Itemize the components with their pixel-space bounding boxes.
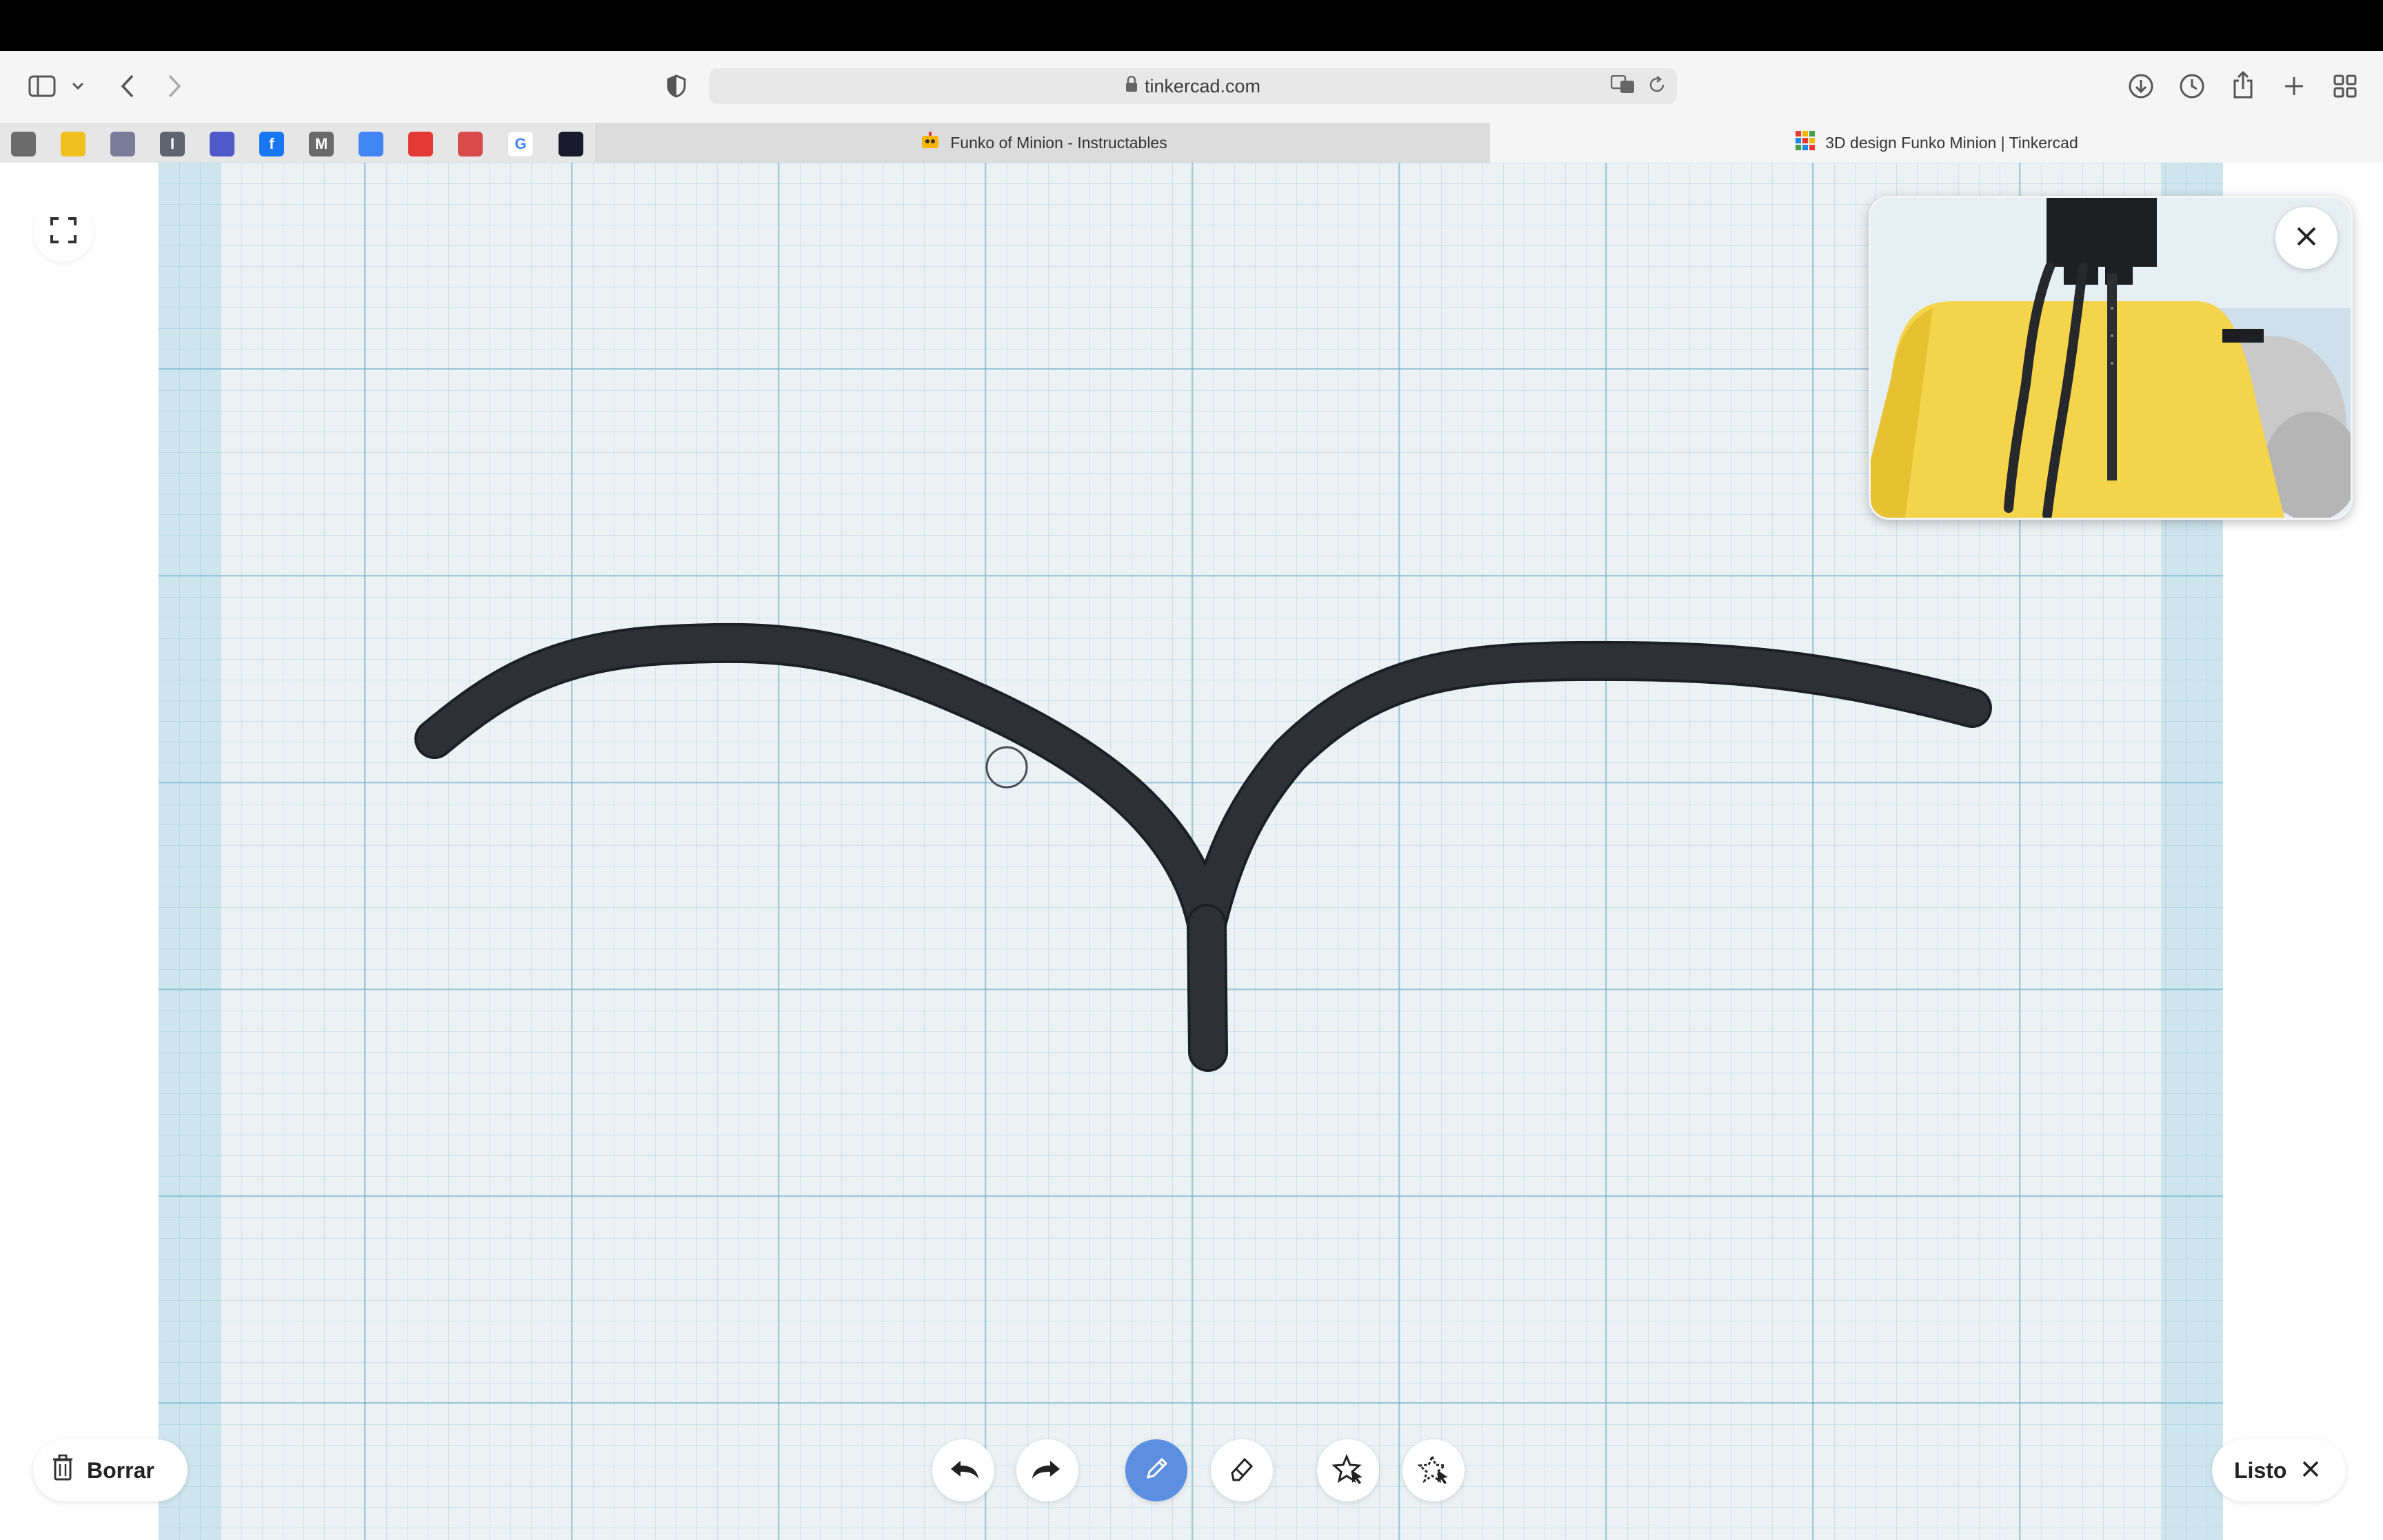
favorite-app-icon-2[interactable] — [61, 132, 86, 156]
fullscreen-icon — [50, 216, 77, 247]
share-icon[interactable] — [2226, 68, 2260, 102]
done-button[interactable]: Listo — [2212, 1439, 2346, 1501]
tab-label: Funko of Minion - Instructables — [950, 133, 1167, 152]
instructables-robot-icon — [920, 130, 941, 155]
back-icon[interactable] — [110, 69, 145, 103]
shape-select-button[interactable] — [1317, 1439, 1379, 1501]
undo-icon — [947, 1457, 980, 1485]
sketch-editor: Borrar Listo — [0, 163, 2383, 1540]
redo-button[interactable] — [1016, 1439, 1078, 1501]
favorite-app-icon-3[interactable] — [110, 132, 135, 156]
system-menubar — [0, 0, 2383, 51]
browser-toolbar: tinkercad.com — [0, 51, 2383, 123]
shape-deselect-button[interactable] — [1402, 1439, 1465, 1501]
trash-icon — [52, 1454, 73, 1486]
history-icon[interactable] — [2175, 69, 2209, 103]
close-icon — [2302, 1458, 2320, 1483]
privacy-shield-icon[interactable] — [661, 70, 692, 102]
chevron-down-icon[interactable] — [68, 76, 88, 97]
eraser-icon — [1228, 1455, 1256, 1486]
favorites-bar: If M G — [11, 131, 583, 157]
docs-icon[interactable] — [359, 132, 383, 156]
facebook-icon[interactable]: f — [259, 132, 284, 156]
teams-icon[interactable] — [210, 132, 234, 156]
tab-label: 3D design Funko Minion | Tinkercad — [1825, 133, 2078, 152]
favorite-app-icon-1[interactable] — [11, 132, 36, 156]
url-text: tinkercad.com — [1144, 75, 1261, 97]
redo-icon — [1031, 1457, 1064, 1485]
sidebar-toggle-icon[interactable] — [25, 69, 59, 103]
tab-strip: If M G Funko of Minion - Instructables 3D … — [0, 123, 2383, 163]
downloads-icon[interactable] — [2124, 69, 2158, 103]
pencil-button[interactable] — [1125, 1439, 1187, 1501]
delete-label: Borrar — [87, 1457, 154, 1483]
done-label: Listo — [2234, 1457, 2287, 1483]
fullscreen-button[interactable] — [33, 201, 94, 262]
select-shape-icon — [1331, 1453, 1365, 1488]
tab-overview-icon[interactable] — [2328, 69, 2362, 103]
medium-icon[interactable]: M — [309, 132, 334, 156]
codepen-icon[interactable] — [559, 132, 583, 156]
new-tab-icon[interactable] — [2277, 69, 2311, 103]
close-icon — [2295, 225, 2317, 251]
lock-icon — [1125, 75, 1138, 97]
deselect-shape-icon — [1417, 1453, 1450, 1488]
instapaper-icon[interactable]: I — [160, 132, 185, 156]
translate-icon[interactable] — [1610, 74, 1636, 99]
forward-icon[interactable] — [157, 69, 192, 103]
delete-button[interactable]: Borrar — [33, 1439, 188, 1501]
pencil-icon — [1143, 1455, 1170, 1486]
cursor-ring — [985, 746, 1028, 789]
close-preview-button[interactable] — [2275, 207, 2337, 269]
undo-button[interactable] — [932, 1439, 994, 1501]
eraser-button[interactable] — [1211, 1439, 1273, 1501]
reload-icon[interactable] — [1648, 76, 1666, 99]
tinkercad-icon[interactable] — [408, 132, 433, 156]
book-icon[interactable] — [458, 132, 483, 156]
tab-tinkercad[interactable]: 3D design Funko Minion | Tinkercad — [1490, 123, 2383, 163]
tab-instructables[interactable]: Funko of Minion - Instructables — [596, 123, 1491, 163]
tinkercad-logo-icon — [1795, 130, 1816, 155]
google-icon[interactable]: G — [507, 131, 534, 157]
address-bar[interactable]: tinkercad.com — [709, 68, 1677, 104]
